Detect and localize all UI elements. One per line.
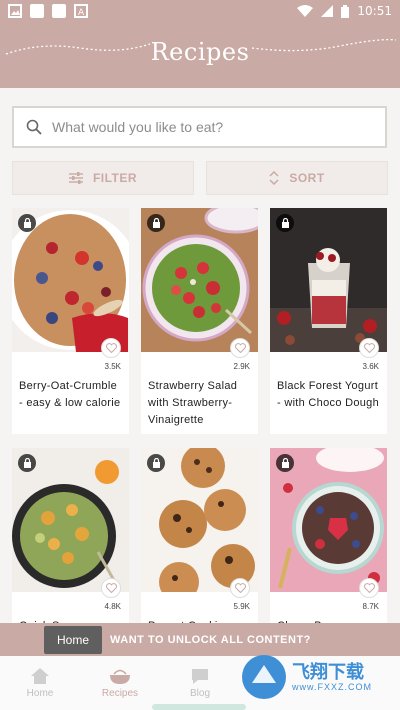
svg-text:A: A [78, 8, 85, 18]
nav-recipes-label: Recipes [101, 688, 139, 699]
favorite-heart-icon[interactable] [359, 578, 379, 598]
recipe-image [141, 208, 258, 352]
nav-home-label: Home [26, 688, 54, 699]
recipe-card[interactable]: 2.9K Strawberry Salad with Strawberry-Vi… [141, 208, 258, 434]
sort-label: SORT [289, 171, 325, 185]
watermark-brand: 飞翔下载 [292, 662, 364, 682]
watermark-logo-icon [242, 655, 286, 699]
like-count: 2.9K [233, 362, 250, 371]
chat-bubble-icon [192, 669, 208, 684]
lock-icon [276, 214, 294, 232]
recipe-title: Berry-Oat-Crumble - easy & low calorie [19, 380, 121, 409]
watermark: 飞翔下载 www.FXXZ.COM [242, 652, 392, 702]
lock-icon [18, 454, 36, 472]
notification-icon-2 [52, 4, 66, 18]
notification-icon [30, 4, 44, 18]
like-count: 3.5K [104, 362, 121, 371]
sort-button[interactable]: SORT [206, 161, 388, 195]
lock-icon [147, 454, 165, 472]
favorite-heart-icon[interactable] [359, 338, 379, 358]
nav-recipes[interactable]: Recipes [80, 656, 160, 710]
nav-blog-label: Blog [189, 688, 210, 699]
recipe-image [270, 448, 387, 592]
recipe-image [12, 448, 129, 592]
recipe-title: Strawberry Salad with Strawberry-Vinaigr… [148, 380, 238, 426]
filter-button[interactable]: FILTER [12, 161, 194, 195]
app-root: A 10:51 Recipes FILTER [0, 0, 400, 710]
recipe-title: Black Forest Yogurt - with Choco Dough [277, 380, 380, 409]
nav-home[interactable]: Home [0, 656, 80, 710]
recipe-image [270, 208, 387, 352]
gallery-icon [8, 4, 22, 18]
app-header: Recipes [0, 22, 400, 88]
battery-icon [341, 4, 350, 18]
recipe-image [12, 208, 129, 352]
recipe-card[interactable]: 3.6K Black Forest Yogurt - with Choco Do… [270, 208, 387, 434]
status-time: 10:51 [357, 4, 392, 18]
page-title: Recipes [150, 38, 250, 66]
watermark-url: www.FXXZ.COM [292, 682, 373, 692]
bowl-icon [110, 669, 130, 684]
search-input[interactable] [52, 119, 385, 135]
wifi-icon [297, 5, 314, 17]
unlock-banner-text: WANT TO UNLOCK ALL CONTENT? [110, 633, 311, 646]
search-icon [26, 119, 42, 135]
sort-arrows-icon [269, 171, 279, 185]
favorite-heart-icon[interactable] [101, 578, 121, 598]
filter-label: FILTER [92, 171, 138, 185]
status-bar: A 10:51 [0, 0, 400, 22]
recipe-card[interactable]: 3.5K Berry-Oat-Crumble - easy & low calo… [12, 208, 129, 434]
gesture-bar [152, 704, 246, 710]
search-bar[interactable] [12, 106, 387, 148]
favorite-heart-icon[interactable] [230, 578, 250, 598]
home-tooltip: Home [44, 626, 102, 654]
nav-blog[interactable]: Blog [160, 656, 240, 710]
lock-icon [147, 214, 165, 232]
recipe-image [141, 448, 258, 592]
favorite-heart-icon[interactable] [230, 338, 250, 358]
like-count: 3.6K [362, 362, 379, 371]
favorite-heart-icon[interactable] [101, 338, 121, 358]
lock-icon [18, 214, 36, 232]
signal-icon [321, 5, 334, 17]
app-a-icon: A [74, 4, 88, 18]
filter-sort-row: FILTER SORT [12, 161, 388, 195]
recipe-grid: 3.5K Berry-Oat-Crumble - easy & low calo… [12, 208, 388, 674]
like-count: 4.8K [104, 602, 121, 611]
lock-icon [276, 454, 294, 472]
home-icon [31, 668, 49, 684]
like-count: 8.7K [362, 602, 379, 611]
like-count: 5.9K [233, 602, 250, 611]
sliders-icon [68, 172, 83, 184]
